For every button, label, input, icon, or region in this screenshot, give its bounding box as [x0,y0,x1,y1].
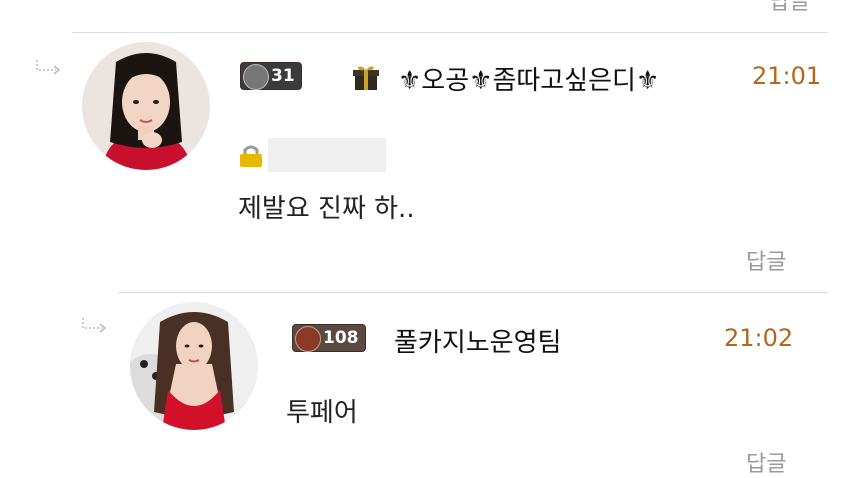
level-badge: 108 [292,324,366,352]
level-badge: 31 [240,62,302,90]
comment-divider [118,292,828,293]
level-icon [295,326,321,352]
gift-icon [352,64,380,96]
comment-nickname[interactable]: 풀카지노운영팀 [394,322,561,359]
comment-content: 제발요 진짜 하.. [238,194,415,224]
level-icon [243,64,269,90]
comment-time: 21:01 [752,62,822,90]
comment-content: 투페어 [286,398,358,428]
avatar[interactable] [82,42,210,170]
reply-link[interactable]: 답글 [746,446,786,478]
level-number: 108 [323,328,359,348]
reply-arrow-icon [34,58,64,82]
comment-divider [72,32,828,33]
comment-time: 21:02 [724,324,794,352]
blurred-attachment [268,138,386,172]
lock-icon [238,144,264,172]
reply-link-previous[interactable]: 답글 [770,0,810,16]
level-number: 31 [271,66,295,86]
comment-nickname[interactable]: ⚜오공⚜좀따고싶은디⚜ [398,60,659,97]
reply-arrow-icon [80,316,110,340]
reply-link[interactable]: 답글 [746,244,786,276]
avatar[interactable] [130,302,258,430]
